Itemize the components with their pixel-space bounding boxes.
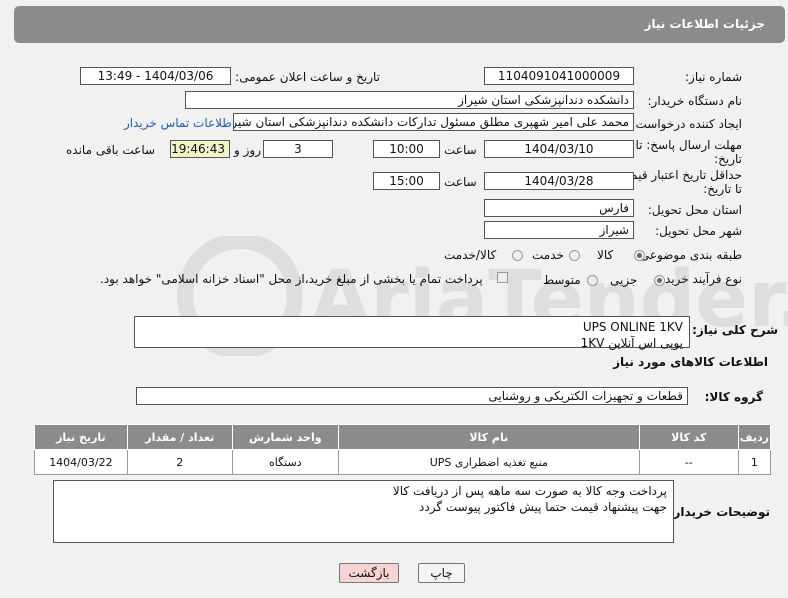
header-panel: جزئیات اطلاعات نیاز [14,6,785,43]
goods-table-header: ردیف کد کالا نام کالا واحد شمارش تعداد /… [34,424,772,450]
process-radio-medium[interactable] [587,275,598,286]
days-suffix: روز و [234,143,261,157]
remaining-time-field: 19:46:43 [170,140,230,158]
creator-field: محمد علی امیر شهپری مطلق مسئول تدارکات د… [233,113,634,131]
need-number-label: شماره نیاز: [685,70,742,84]
category-radio-service[interactable] [569,250,580,261]
validity-time-label: ساعت [444,175,477,189]
creator-label: ایجاد کننده درخواست: [631,117,742,131]
cell-need-date: 1404/03/22 [34,449,128,475]
col-unit: واحد شمارش [231,424,339,450]
page-title: جزئیات اطلاعات نیاز [644,17,765,31]
col-need-date: تاریخ نیاز [34,424,128,450]
province-label: استان محل تحویل: [647,203,742,217]
cell-item-code: -- [638,449,739,475]
col-row-number: ردیف [737,424,772,450]
remaining-time-suffix: ساعت باقی مانده [66,143,156,157]
summary-label: شرح کلی نیاز: [692,323,778,337]
col-quantity: تعداد / مقدار [126,424,233,450]
goods-group-field: قطعات و تجهیزات الکتریکی و روشنایی [136,387,688,405]
goods-group-label: گروه کالا: [704,390,763,404]
category-option-service: خدمت [532,248,564,262]
buyer-notes-label: توضیحات خریدار: [668,505,770,519]
buyer-label: نام دستگاه خریدار: [647,94,743,108]
cell-row-number: 1 [737,449,772,475]
deadline-time-label: ساعت [444,143,477,157]
cell-quantity: 2 [126,449,233,475]
deadline-time-field: 10:00 [373,140,440,158]
process-radio-minor[interactable] [654,275,665,286]
validity-time-field: 15:00 [373,172,440,190]
process-option-minor: جزیی [610,273,638,287]
days-field: 3 [263,140,333,158]
col-item-name: نام کالا [337,424,640,450]
deadline-label-line1: مهلت ارسال پاسخ: تا [635,138,742,152]
category-option-goods: کالا [597,248,614,262]
category-radio-goods-service[interactable] [512,250,523,261]
summary-textarea[interactable]: UPS ONLINE 1KV یوپی اس آنلاین 1KV [134,316,690,350]
deadline-label-line2: تاریخ: [714,152,742,166]
print-button[interactable]: چاپ [418,563,465,583]
buyer-field: دانشکده دندانپزشکی استان شیراز [185,91,634,109]
validity-label-line2: تا تاریخ: [703,182,742,196]
process-option-medium: متوسط [543,273,581,287]
category-label: طبقه بندی موضوعی: [635,248,742,262]
city-label: شهر محل تحویل: [655,224,742,238]
back-button[interactable]: بازگشت [339,563,399,583]
validity-label-line1: حداقل تاریخ اعتبار قیمت: [615,168,742,182]
treasury-payment-note: پرداخت تمام یا بخشی از مبلغ خرید،از محل … [100,272,483,286]
cell-unit: دستگاه [231,449,339,475]
category-radio-goods[interactable] [634,250,645,261]
city-field: شیراز [484,221,634,239]
contact-buyer-link[interactable]: اطلاعات تماس خریدار [124,116,235,130]
category-option-goods-service: کالا/خدمت [444,248,497,262]
goods-section-title: اطلاعات کالاهای مورد نیاز [613,355,768,369]
buyer-notes-textarea[interactable]: پرداخت وجه کالا به صورت سه ماهه پس از در… [53,480,674,543]
treasury-payment-checkbox[interactable] [497,272,508,283]
process-label: نوع فرآیند خرید : [657,272,742,286]
announce-label: تاریخ و ساعت اعلان عمومی: [235,70,380,84]
cell-item-name: منبع تغذیه اضطراری UPS [337,449,640,475]
goods-table: ردیف کد کالا نام کالا واحد شمارش تعداد /… [34,424,772,475]
col-item-code: کد کالا [638,424,739,450]
need-number-field: 1104091041000009 [484,67,634,85]
validity-date-field: 1404/03/28 [484,172,634,190]
announce-field: 1404/03/06 - 13:49 [80,67,231,85]
table-row: 1 -- منبع تغذیه اضطراری UPS دستگاه 2 140… [34,449,772,475]
deadline-date-field: 1404/03/10 [484,140,634,158]
province-field: فارس [484,199,634,217]
